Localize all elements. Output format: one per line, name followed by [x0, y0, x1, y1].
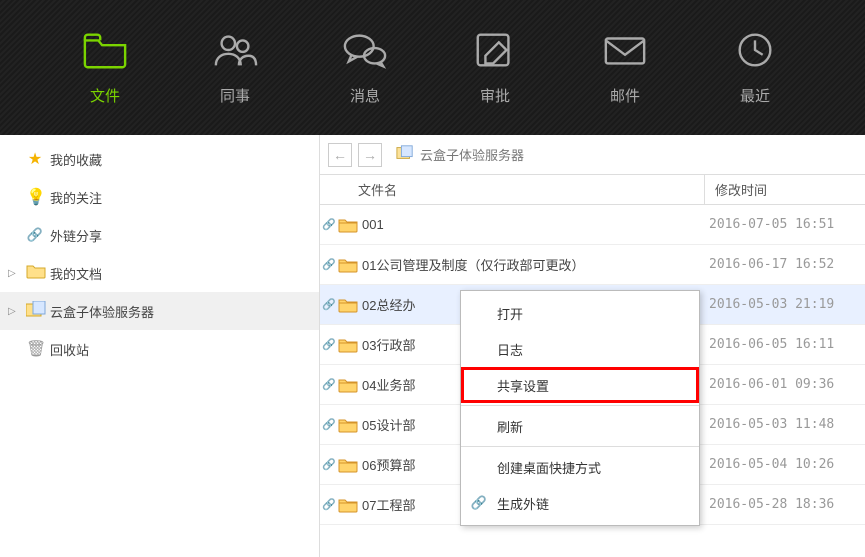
- sidebar-item-label: 云盒子体验服务器: [50, 302, 154, 321]
- sidebar-item-label: 我的文档: [50, 264, 102, 283]
- nav-forward-button[interactable]: →: [358, 143, 382, 167]
- file-list-header: 文件名 修改时间: [320, 175, 865, 205]
- menu-item-label: 生成外链: [497, 494, 549, 513]
- clock-icon: [732, 30, 778, 73]
- file-row[interactable]: 🔗 01公司管理及制度（仅行政部可更改）2016-06-17 16:52: [320, 245, 865, 285]
- folder-yellow-icon: [26, 263, 44, 284]
- nav-chat[interactable]: 消息: [335, 30, 395, 106]
- nav-label: 审批: [480, 85, 510, 106]
- breadcrumb-title: 云盒子体验服务器: [420, 145, 524, 164]
- folder-icon: [82, 30, 128, 73]
- sidebar: ★ 我的收藏 💡 我的关注 🔗 外链分享 ▷ 我的文档 ▷ 云盒子体验服务器 🗑 回收站: [0, 135, 320, 557]
- folder-icon: [338, 297, 362, 313]
- menu-item[interactable]: 🔗 生成外链: [461, 485, 699, 521]
- file-modified-time: 2016-06-01 09:36: [705, 377, 865, 392]
- link-icon: 🔗: [469, 495, 489, 511]
- sidebar-item[interactable]: ▷ 云盒子体验服务器: [0, 292, 319, 330]
- edit-icon: [472, 30, 518, 73]
- sidebar-item[interactable]: 🔗 外链分享: [0, 216, 319, 254]
- link-icon: 🔗: [26, 226, 44, 244]
- breadcrumb-bar: ← → 云盒子体验服务器: [320, 135, 865, 175]
- file-list: 🔗0012016-07-05 16:51🔗01公司管理及制度（仅行政部可更改）2…: [320, 205, 865, 557]
- star-icon: ★: [26, 149, 44, 169]
- nav-label: 消息: [350, 85, 380, 106]
- sidebar-item[interactable]: 🗑 回收站: [0, 330, 319, 368]
- sidebar-item-label: 我的关注: [50, 188, 102, 207]
- sidebar-item-label: 我的收藏: [50, 150, 102, 169]
- nav-label: 同事: [220, 85, 250, 106]
- file-modified-time: 2016-05-03 21:19: [705, 297, 865, 312]
- nav-clock[interactable]: 最近: [725, 30, 785, 106]
- link-icon: 🔗: [320, 418, 338, 431]
- nav-mail[interactable]: 邮件: [595, 30, 655, 106]
- nav-folder[interactable]: 文件: [75, 30, 135, 106]
- nav-back-button[interactable]: ←: [328, 143, 352, 167]
- folder-icon: [338, 377, 362, 393]
- folder-icon: [338, 217, 362, 233]
- people-icon: [212, 30, 258, 73]
- top-navbar: 文件 同事 消息 审批 邮件 最近: [0, 0, 865, 135]
- menu-item-label: 打开: [497, 304, 523, 323]
- sidebar-item[interactable]: ★ 我的收藏: [0, 140, 319, 178]
- file-modified-time: 2016-06-17 16:52: [705, 257, 865, 272]
- menu-item-label: 刷新: [497, 417, 523, 436]
- nav-people[interactable]: 同事: [205, 30, 265, 106]
- context-menu: 打开日志共享设置刷新创建桌面快捷方式 🔗 生成外链: [460, 290, 700, 526]
- file-name: 001: [362, 217, 705, 232]
- sidebar-item[interactable]: 💡 我的关注: [0, 178, 319, 216]
- menu-item-label: 创建桌面快捷方式: [497, 458, 601, 477]
- file-modified-time: 2016-06-05 16:11: [705, 337, 865, 352]
- tree-expander-icon[interactable]: ▷: [8, 306, 20, 317]
- sidebar-item[interactable]: ▷ 我的文档: [0, 254, 319, 292]
- menu-separator: [461, 405, 699, 406]
- file-row[interactable]: 🔗 0012016-07-05 16:51: [320, 205, 865, 245]
- link-icon: 🔗: [320, 218, 338, 231]
- file-name: 01公司管理及制度（仅行政部可更改）: [362, 255, 705, 274]
- link-icon: 🔗: [320, 298, 338, 311]
- menu-item[interactable]: 打开: [461, 295, 699, 331]
- file-modified-time: 2016-05-04 10:26: [705, 457, 865, 472]
- folder-icon: [338, 457, 362, 473]
- folder-icon: [338, 497, 362, 513]
- mail-icon: [602, 30, 648, 73]
- folder-icon: [338, 417, 362, 433]
- sidebar-item-label: 外链分享: [50, 226, 102, 245]
- nav-label: 邮件: [610, 85, 640, 106]
- column-header-name[interactable]: 文件名: [320, 175, 705, 204]
- nav-edit[interactable]: 审批: [465, 30, 525, 106]
- bulb-icon: 💡: [26, 187, 44, 207]
- file-modified-time: 2016-07-05 16:51: [705, 217, 865, 232]
- column-header-time[interactable]: 修改时间: [705, 175, 865, 204]
- sidebar-item-label: 回收站: [50, 340, 89, 359]
- chat-icon: [342, 30, 388, 73]
- menu-item[interactable]: 日志: [461, 331, 699, 367]
- menu-separator: [461, 446, 699, 447]
- menu-item[interactable]: 创建桌面快捷方式: [461, 449, 699, 485]
- breadcrumb-icon: [396, 144, 414, 165]
- menu-item-label: 日志: [497, 340, 523, 359]
- link-icon: 🔗: [320, 498, 338, 511]
- trash-icon: 🗑: [26, 339, 44, 359]
- folder-doc-icon: [26, 301, 44, 322]
- file-modified-time: 2016-05-28 18:36: [705, 497, 865, 512]
- tree-expander-icon[interactable]: ▷: [8, 268, 20, 279]
- folder-icon: [338, 337, 362, 353]
- link-icon: 🔗: [320, 338, 338, 351]
- link-icon: 🔗: [320, 458, 338, 471]
- link-icon: 🔗: [320, 378, 338, 391]
- file-modified-time: 2016-05-03 11:48: [705, 417, 865, 432]
- menu-item[interactable]: 共享设置: [461, 367, 699, 403]
- link-icon: 🔗: [320, 258, 338, 271]
- menu-item[interactable]: 刷新: [461, 408, 699, 444]
- nav-label: 文件: [90, 85, 120, 106]
- folder-icon: [338, 257, 362, 273]
- nav-label: 最近: [740, 85, 770, 106]
- menu-item-label: 共享设置: [497, 376, 549, 395]
